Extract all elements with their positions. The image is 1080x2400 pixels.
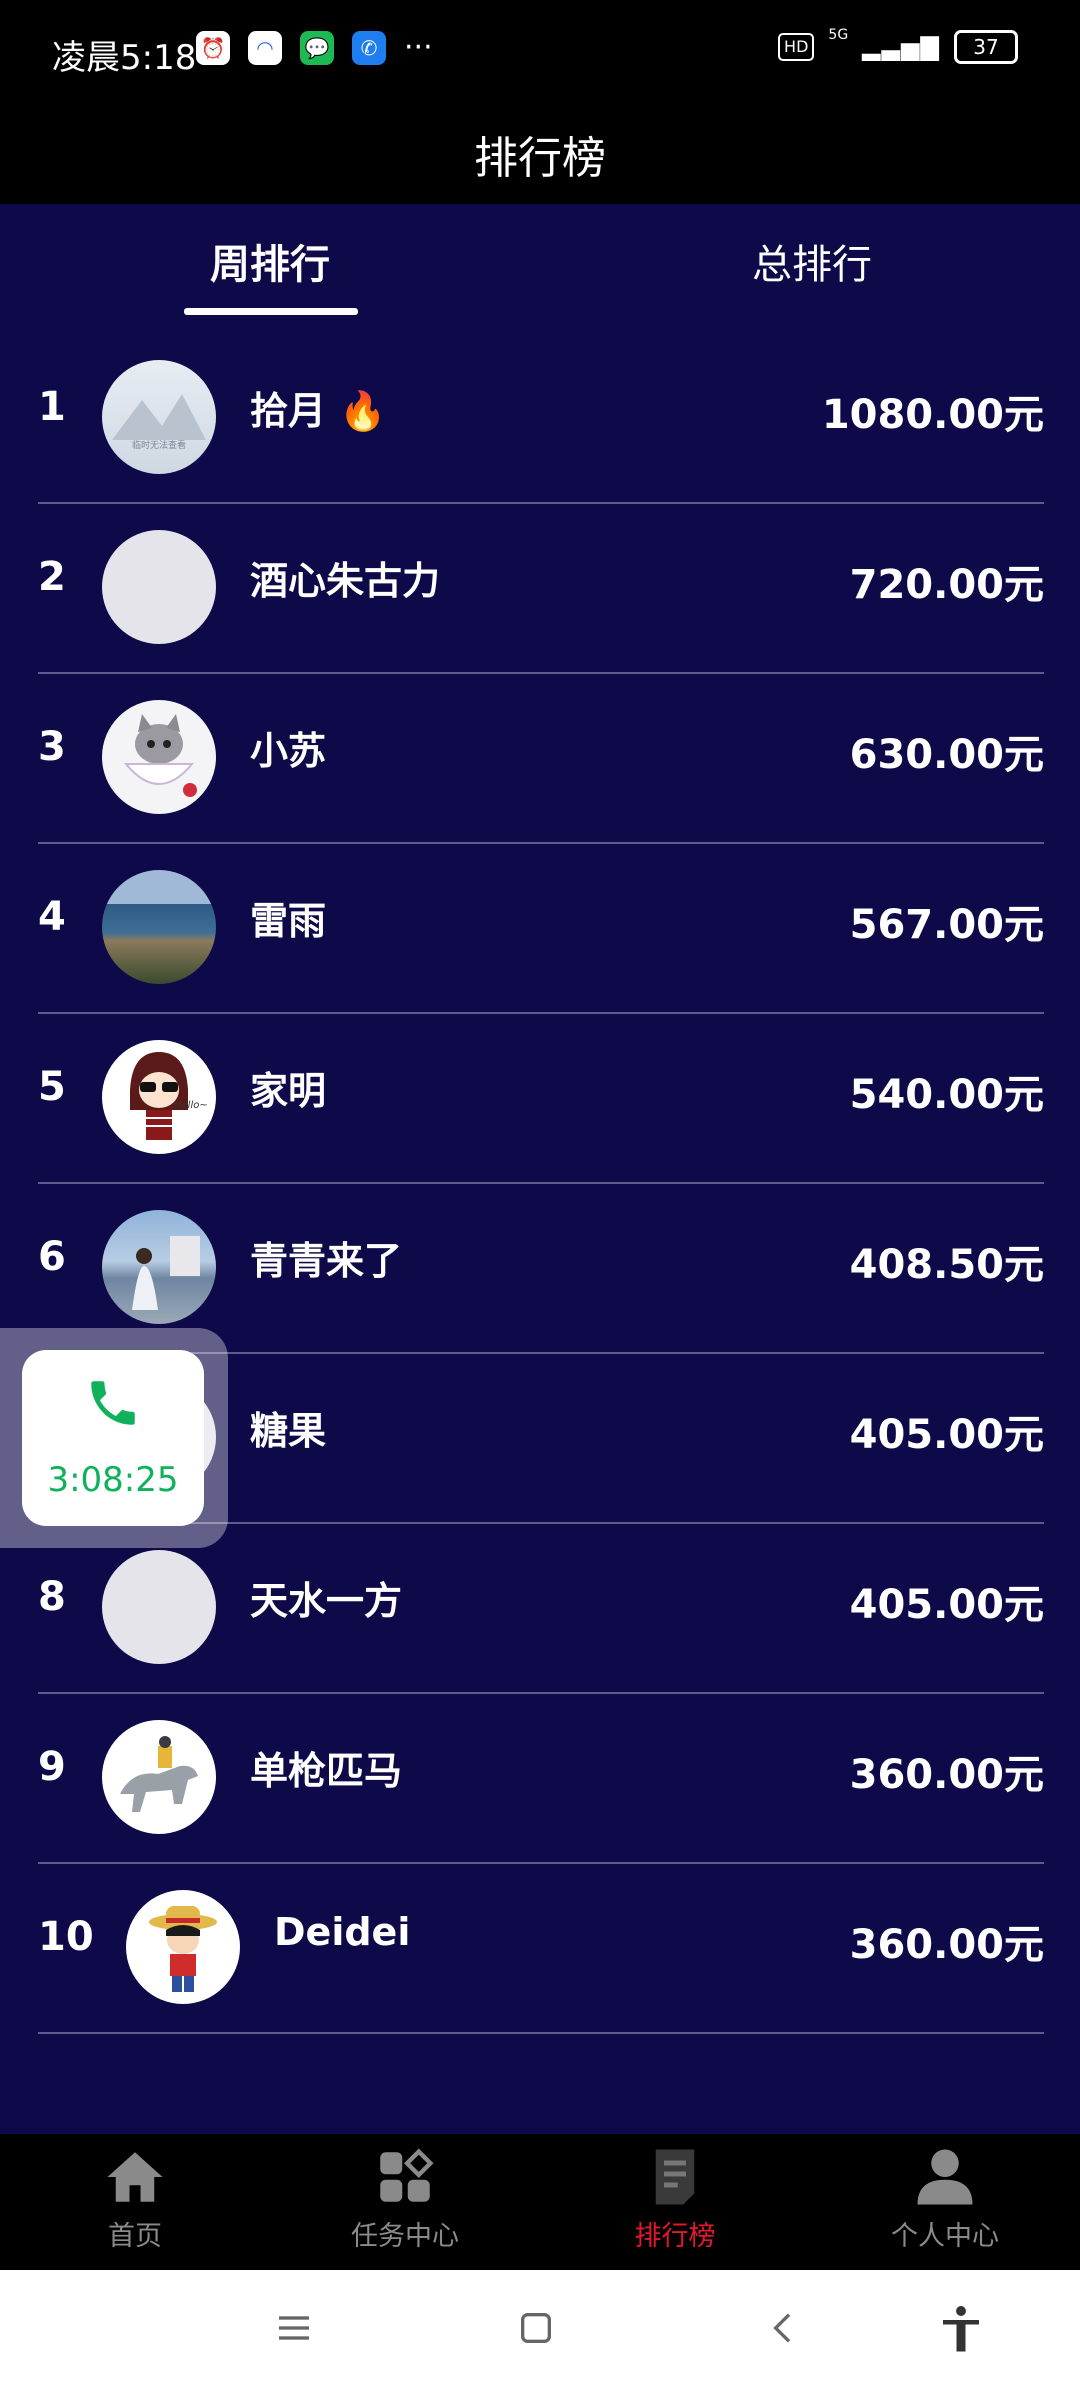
back-icon[interactable] — [764, 2308, 804, 2348]
knight-on-horse-icon — [120, 1736, 198, 1812]
ranking-row[interactable]: 3 小苏 630.00元 — [38, 672, 1044, 844]
floating-call-widget[interactable]: 3:08:25 — [0, 1328, 228, 1548]
user-name: 单枪匹马 — [250, 1749, 403, 1793]
nav-label: 首页 — [108, 2221, 162, 2252]
status-system-icons: HD 5G ▂▃▅▇ 37 — [778, 27, 1018, 64]
kitten-in-cup-icon — [123, 714, 197, 797]
bottom-nav: 首页 任务中心 排行榜 个人中心 — [0, 2134, 1080, 2270]
leaderboard-content: 周排行 总排行 1 临时无法查看 拾月 🔥 1080.00元 2 酒心朱古力 7… — [0, 204, 1080, 2134]
ranking-row[interactable]: 1 临时无法查看 拾月 🔥 1080.00元 — [38, 332, 1044, 504]
battery-level: 37 — [973, 35, 999, 59]
user-name: 天水一方 — [250, 1579, 403, 1623]
tab-total[interactable]: 总排行 — [752, 232, 872, 290]
alarm-icon: ⏰ — [196, 30, 230, 65]
ranking-tabs: 周排行 总排行 — [0, 204, 1080, 320]
hd-badge: HD — [778, 33, 815, 61]
ranking-row[interactable]: 4 雷雨 567.00元 — [38, 842, 1044, 1014]
page-title: 排行榜 — [474, 133, 606, 184]
earnings-amount: 360.00元 — [849, 1752, 1044, 1798]
grid-icon — [380, 2148, 434, 2202]
nav-label: 个人中心 — [891, 2221, 999, 2252]
rank-number: 3 — [38, 724, 66, 770]
home-icon — [107, 2152, 163, 2202]
earnings-amount: 720.00元 — [849, 562, 1044, 608]
placeholder-image-icon — [112, 394, 206, 440]
header: 排行榜 — [0, 104, 1080, 204]
earnings-amount: 567.00元 — [849, 902, 1044, 948]
ranking-row[interactable]: 5 Hello~ 家明 540.00元 — [38, 1012, 1044, 1184]
earnings-amount: 405.00元 — [849, 1412, 1044, 1458]
earnings-amount: 540.00元 — [849, 1072, 1044, 1118]
straw-hat-pirate-icon — [149, 1906, 217, 1992]
rank-number: 5 — [38, 1064, 66, 1110]
rank-number: 10 — [38, 1914, 94, 1960]
signal-icon: ▂▃▅▇ — [862, 33, 940, 61]
system-navigation-bar — [0, 2270, 1080, 2400]
call-widget-card[interactable]: 3:08:25 — [22, 1350, 204, 1526]
menu-icon[interactable] — [274, 2308, 314, 2348]
status-time: 凌晨5:18 — [52, 38, 197, 78]
status-bar: 凌晨5:18 ⏰ ◠ 💬 ✆ ··· HD 5G ▂▃▅▇ 37 — [0, 0, 1080, 104]
avatar — [102, 700, 216, 814]
rank-number: 2 — [38, 554, 66, 600]
nav-item-leaderboard[interactable]: 排行榜 — [565, 2144, 785, 2253]
nav-item-home[interactable]: 首页 — [25, 2144, 245, 2253]
user-name-text: 拾月 — [250, 389, 327, 433]
avatar — [102, 530, 216, 644]
user-name: 小苏 — [250, 729, 327, 773]
network-type: 5G — [828, 27, 849, 43]
call-timer: 3:08:25 — [47, 1460, 179, 1500]
accessibility-icon[interactable] — [934, 2302, 988, 2356]
user-name: 糖果 — [250, 1409, 327, 1453]
earnings-amount: 408.50元 — [849, 1242, 1044, 1288]
rank-number: 4 — [38, 894, 66, 940]
user-name: 拾月 🔥 — [250, 380, 387, 435]
nav-label: 任务中心 — [351, 2221, 459, 2252]
flame-icon: 🔥 — [339, 389, 387, 433]
user-name: 酒心朱古力 — [250, 559, 441, 603]
person-icon — [917, 2149, 973, 2205]
phone-app-icon: ✆ — [352, 30, 386, 65]
phone-icon — [91, 1381, 135, 1425]
ranking-row[interactable]: 2 酒心朱古力 720.00元 — [38, 502, 1044, 674]
avatar-caption: Hello~ — [174, 1100, 208, 1111]
rank-number: 8 — [38, 1574, 66, 1620]
user-name: 雷雨 — [250, 899, 327, 943]
earnings-amount: 405.00元 — [849, 1582, 1044, 1628]
avatar: 临时无法查看 — [102, 360, 216, 474]
rank-number: 6 — [38, 1234, 66, 1280]
battery-icon: 37 — [954, 30, 1018, 64]
user-name: 家明 — [250, 1069, 327, 1113]
avatar-caption: 临时无法查看 — [131, 441, 186, 451]
rank-number: 9 — [38, 1744, 66, 1790]
avatar — [102, 1210, 216, 1324]
status-notification-icons: ⏰ ◠ 💬 ✆ ··· — [196, 30, 433, 65]
avatar — [102, 1550, 216, 1664]
user-name: Deidei — [274, 1910, 411, 1954]
earnings-amount: 630.00元 — [849, 732, 1044, 778]
ranking-row[interactable]: 10 Deidei 360.00元 — [38, 1862, 1044, 2034]
avatar: Hello~ — [102, 1040, 216, 1154]
earnings-amount: 1080.00元 — [821, 392, 1044, 438]
ranking-row[interactable]: 9 单枪匹马 360.00元 — [38, 1692, 1044, 1864]
user-name: 青青来了 — [250, 1239, 403, 1283]
cartoon-girl-icon — [130, 1052, 188, 1140]
wechat-icon: 💬 — [300, 30, 334, 65]
active-tab-indicator — [184, 308, 358, 315]
nav-label: 排行榜 — [634, 2221, 716, 2252]
nav-item-tasks[interactable]: 任务中心 — [295, 2144, 515, 2253]
earnings-amount: 360.00元 — [849, 1922, 1044, 1968]
avatar — [102, 1720, 216, 1834]
avatar — [126, 1890, 240, 2004]
app-notification-icon: ◠ — [248, 30, 282, 65]
document-icon — [655, 2149, 695, 2205]
person-photo-icon — [132, 1236, 200, 1310]
tab-weekly[interactable]: 周排行 — [210, 232, 330, 290]
more-notifications-icon: ··· — [404, 30, 433, 65]
home-button-icon[interactable] — [516, 2308, 556, 2348]
nav-item-profile[interactable]: 个人中心 — [835, 2144, 1055, 2253]
avatar — [102, 870, 216, 984]
rank-number: 1 — [38, 384, 66, 430]
